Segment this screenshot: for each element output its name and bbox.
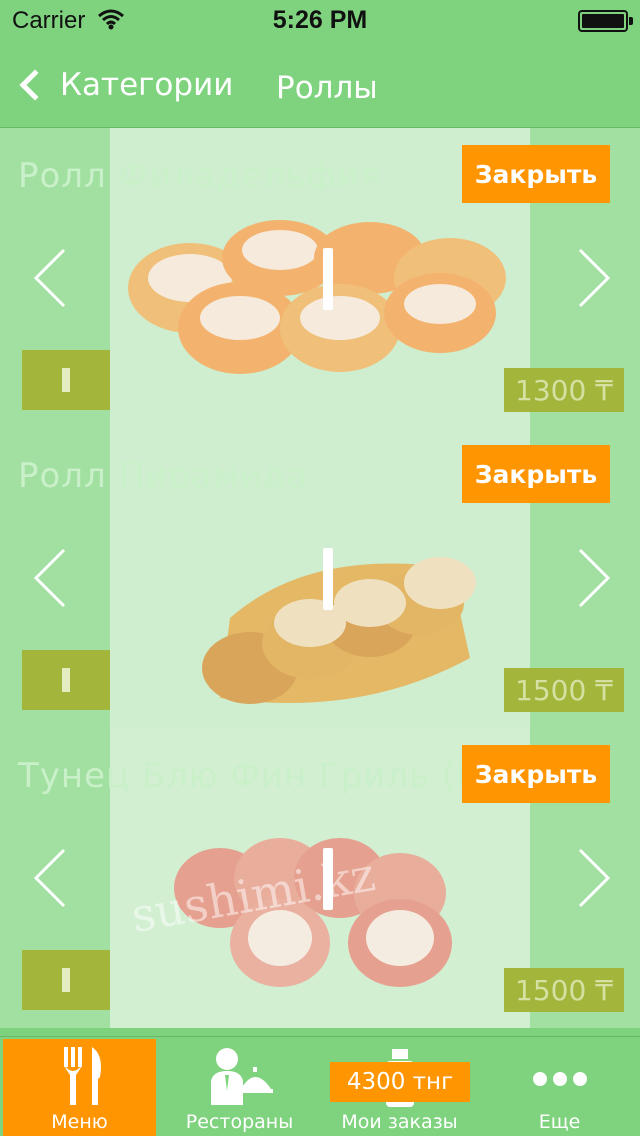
add-to-cart-button[interactable] [22, 650, 110, 710]
bar-icon [62, 368, 70, 392]
previous-arrow-button[interactable] [30, 246, 70, 310]
tab-label: Мои заказы [341, 1111, 458, 1133]
tab-bar: Меню Рестораны Мои заказы Еще [0, 1036, 640, 1136]
tab-label: Еще [538, 1111, 581, 1133]
chevron-left-icon [19, 69, 51, 101]
battery-icon [578, 10, 633, 32]
add-to-cart-button[interactable] [22, 950, 110, 1010]
next-arrow-button[interactable] [574, 546, 614, 610]
more-dots-icon [483, 1045, 636, 1107]
product-card: sushimi.kz Тунец Блю Фин Гриль (Ма Закры… [0, 728, 640, 1028]
loading-indicator [323, 548, 333, 610]
chevron-left-icon [33, 848, 66, 908]
product-card: Ролл Филадельфия Закрыть 1300 ₸ [0, 128, 640, 428]
product-list[interactable]: Ролл Филадельфия Закрыть 1300 ₸ Ролл Пир… [0, 128, 640, 1036]
navigation-bar: Категории Роллы [0, 40, 640, 128]
status-bar: Carrier 5:26 PM [0, 0, 640, 40]
tab-label: Рестораны [185, 1111, 294, 1133]
back-button[interactable]: Категории [12, 60, 233, 110]
tab-label: Меню [51, 1111, 108, 1133]
chevron-left-icon [33, 548, 66, 608]
product-title: Ролл Пирамида [18, 456, 309, 496]
bar-icon [62, 968, 70, 992]
back-button-label: Категории [60, 67, 234, 103]
price-tag: 1500 ₸ [504, 668, 624, 712]
previous-arrow-button[interactable] [30, 546, 70, 610]
chevron-left-icon [33, 248, 66, 308]
bar-icon [62, 668, 70, 692]
page-title: Роллы [276, 70, 378, 106]
waiter-icon [163, 1045, 316, 1107]
add-to-cart-button[interactable] [22, 350, 110, 410]
product-title: Ролл Филадельфия [18, 156, 382, 196]
tab-menu[interactable]: Меню [3, 1039, 156, 1136]
tab-more[interactable]: Еще [483, 1039, 636, 1136]
close-button[interactable]: Закрыть [462, 145, 610, 203]
price-tag: 1500 ₸ [504, 968, 624, 1012]
order-total-badge: 4300 тнг [330, 1062, 470, 1102]
close-button[interactable]: Закрыть [462, 745, 610, 803]
close-button[interactable]: Закрыть [462, 445, 610, 503]
price-tag: 1300 ₸ [504, 368, 624, 412]
previous-arrow-button[interactable] [30, 846, 70, 910]
status-time: 5:26 PM [272, 6, 368, 34]
loading-indicator [323, 248, 333, 310]
product-card: Ролл Пирамида Закрыть 1500 ₸ [0, 428, 640, 728]
fork-knife-icon [3, 1045, 156, 1107]
next-arrow-button[interactable] [574, 246, 614, 310]
chevron-right-icon [578, 848, 611, 908]
loading-indicator [323, 848, 333, 910]
chevron-right-icon [578, 548, 611, 608]
next-arrow-button[interactable] [574, 846, 614, 910]
tab-restaurants[interactable]: Рестораны [163, 1039, 316, 1136]
product-title: Тунец Блю Фин Гриль (Ма [18, 756, 509, 796]
chevron-right-icon [578, 248, 611, 308]
